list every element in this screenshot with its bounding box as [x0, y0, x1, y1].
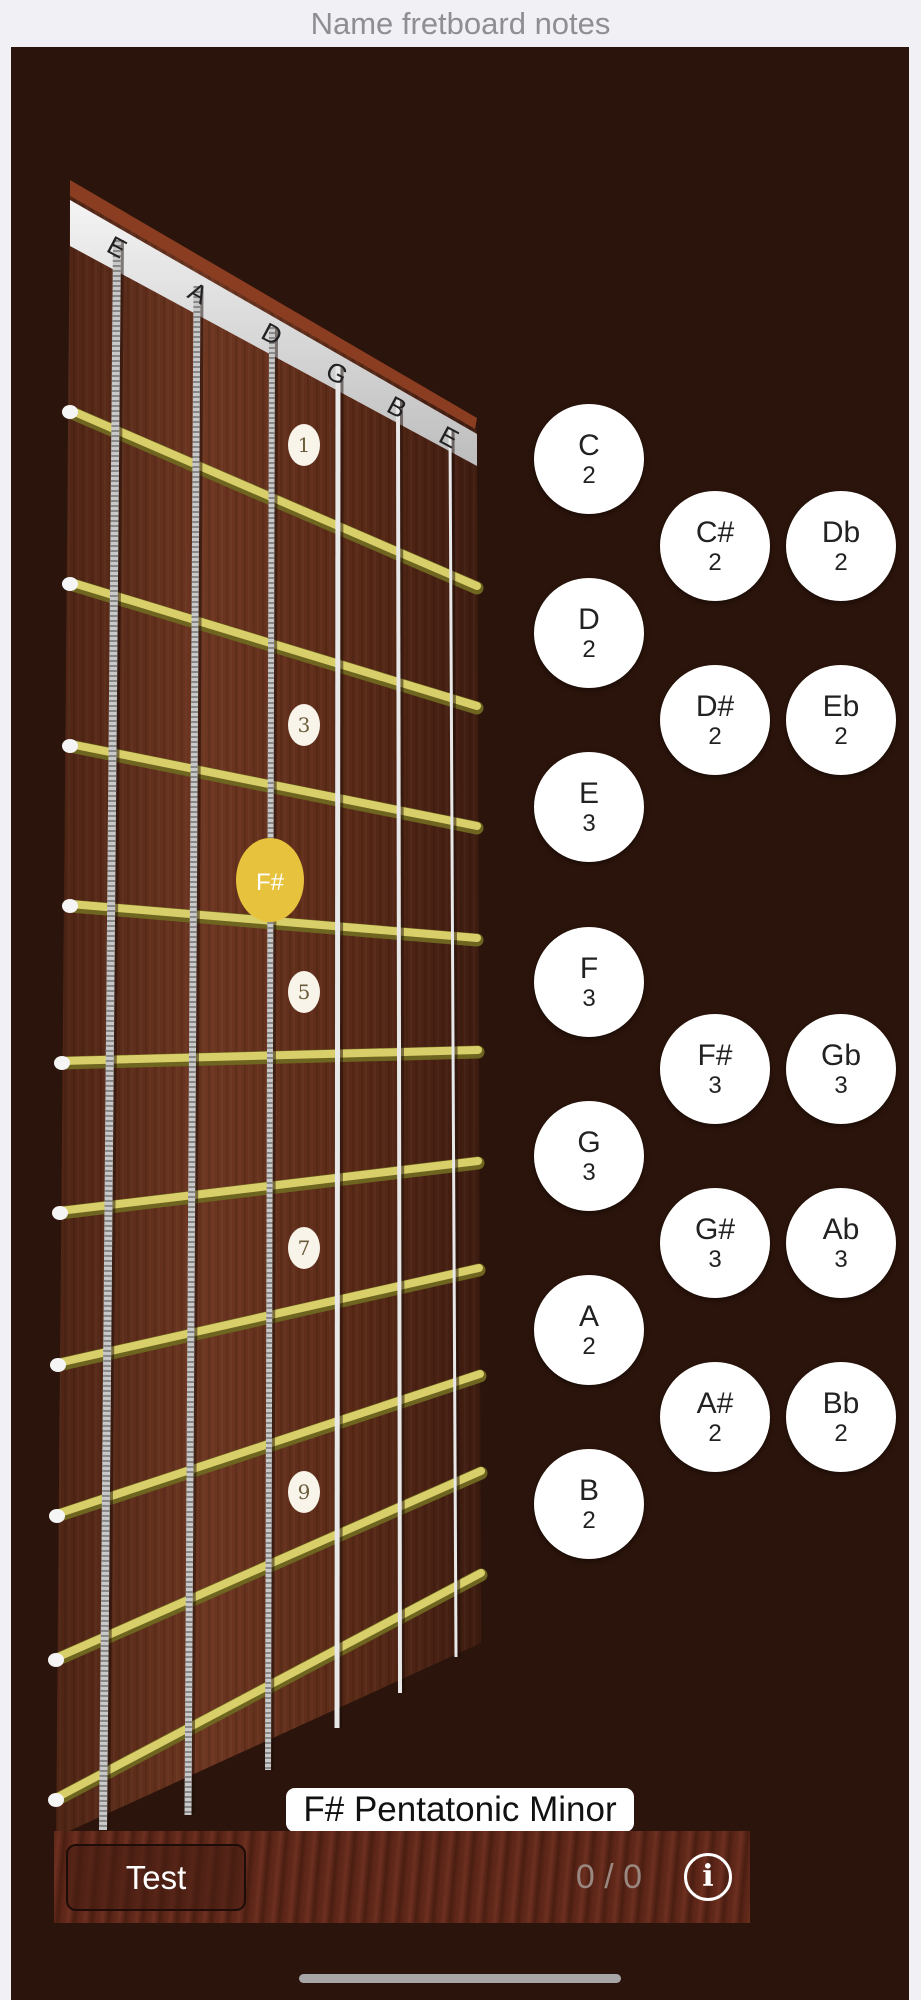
highlighted-note-label: F#: [256, 869, 285, 896]
note-name: B: [578, 1474, 599, 1507]
note-name: G#: [694, 1213, 736, 1246]
note-name: Ab: [822, 1213, 860, 1246]
fret-marker: 5: [288, 971, 320, 1013]
note-count: 2: [708, 1420, 722, 1447]
note-count: 3: [834, 1072, 848, 1099]
fret-marker: 3: [288, 704, 320, 746]
svg-text:5: 5: [298, 980, 311, 1004]
info-icon[interactable]: i: [684, 1853, 732, 1901]
note-count: 3: [582, 1159, 596, 1186]
note-count: 2: [582, 1507, 596, 1534]
note-button-c[interactable]: C2: [534, 404, 644, 514]
note-name: Gb: [820, 1039, 862, 1072]
note-count: 3: [582, 810, 596, 837]
note-count: 2: [834, 549, 848, 576]
guitar-string: [396, 399, 405, 1694]
svg-text:9: 9: [298, 1480, 311, 1504]
note-name: Bb: [822, 1387, 860, 1420]
note-count: 2: [708, 723, 722, 750]
svg-text:1: 1: [298, 433, 311, 457]
svg-text:3: 3: [298, 713, 311, 737]
note-count: 2: [834, 723, 848, 750]
note-count: 3: [708, 1246, 722, 1273]
note-button-g-sharp[interactable]: G# 3: [660, 1188, 770, 1298]
note-button-g[interactable]: G3: [534, 1101, 644, 1211]
scale-label: F# Pentatonic Minor: [286, 1788, 634, 1832]
note-button-gb[interactable]: Gb 3: [786, 1014, 896, 1124]
highlighted-note-marker: F#: [236, 838, 304, 922]
note-button-ab[interactable]: Ab 3: [786, 1188, 896, 1298]
fret-marker: 9: [288, 1471, 320, 1513]
svg-text:7: 7: [298, 1236, 311, 1260]
note-count: 2: [582, 462, 596, 489]
note-name: Eb: [822, 690, 860, 723]
note-count: 2: [582, 1333, 596, 1360]
note-button-f[interactable]: F3: [534, 927, 644, 1037]
note-button-a-sharp[interactable]: A# 2: [660, 1362, 770, 1472]
note-button-eb[interactable]: Eb 2: [786, 665, 896, 775]
note-name: Db: [821, 516, 861, 549]
test-button[interactable]: Test: [66, 1844, 246, 1911]
note-name: A#: [696, 1387, 734, 1420]
guitar-string: [265, 326, 278, 1771]
note-count: 3: [582, 985, 596, 1012]
fret-marker: 7: [288, 1227, 320, 1269]
note-name: E: [578, 777, 599, 810]
note-count: 3: [708, 1072, 722, 1099]
note-name: F: [579, 952, 599, 985]
note-name: F#: [697, 1039, 733, 1072]
note-button-b[interactable]: B2: [534, 1449, 644, 1559]
fretboard[interactable]: EADGBE 13579 F#: [0, 0, 921, 2000]
fret-marker: 1: [288, 424, 320, 466]
note-name: D#: [695, 690, 735, 723]
note-count: 3: [834, 1246, 848, 1273]
note-button-db[interactable]: Db 2: [786, 491, 896, 601]
note-count: 2: [582, 636, 596, 663]
guitar-string: [334, 365, 344, 1729]
note-count: 2: [834, 1420, 848, 1447]
score-counter: 0 / 0: [575, 1858, 643, 1896]
note-button-c-sharp[interactable]: C# 2: [660, 491, 770, 601]
note-button-a[interactable]: A2: [534, 1275, 644, 1385]
note-name: G: [577, 1126, 601, 1159]
note-button-f-sharp[interactable]: F# 3: [660, 1014, 770, 1124]
note-button-e[interactable]: E3: [534, 752, 644, 862]
home-indicator: [299, 1974, 621, 1983]
note-button-d-sharp[interactable]: D# 2: [660, 665, 770, 775]
note-name: C#: [695, 516, 735, 549]
note-name: C: [578, 429, 600, 462]
note-button-bb[interactable]: Bb 2: [786, 1362, 896, 1472]
note-button-d[interactable]: D2: [534, 578, 644, 688]
note-name: A: [578, 1300, 599, 1333]
bottom-bar: Test 0 / 0 i: [54, 1831, 750, 1923]
note-count: 2: [708, 549, 722, 576]
note-name: D: [578, 603, 600, 636]
